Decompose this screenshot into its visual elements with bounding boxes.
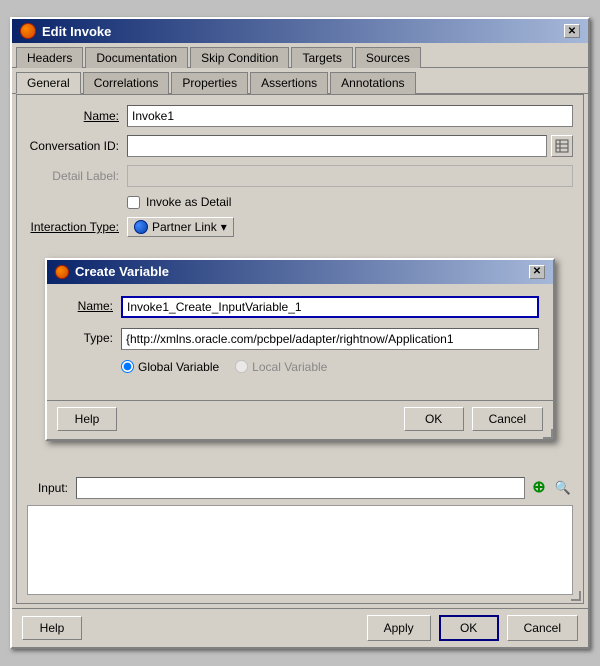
bottom-bar: Help Apply OK Cancel <box>12 608 588 647</box>
global-variable-label: Global Variable <box>138 360 219 374</box>
window-title: Edit Invoke <box>42 24 111 39</box>
apply-button[interactable]: Apply <box>367 615 431 641</box>
app-icon <box>20 23 36 39</box>
local-variable-label: Local Variable <box>252 360 327 374</box>
tab-sources[interactable]: Sources <box>355 47 421 68</box>
modal-type-row: Type: <box>61 328 539 350</box>
close-button[interactable]: ✕ <box>564 24 580 38</box>
title-bar-left: Edit Invoke <box>20 23 111 39</box>
modal-cancel-button[interactable]: Cancel <box>472 407 543 431</box>
main-action-buttons: Apply OK Cancel <box>367 615 578 641</box>
modal-bottom-bar: Help OK Cancel <box>47 400 553 439</box>
modal-title-left: Create Variable <box>55 264 169 279</box>
global-variable-option[interactable]: Global Variable <box>121 360 219 374</box>
tab-properties[interactable]: Properties <box>171 72 248 94</box>
local-variable-radio[interactable] <box>235 360 248 373</box>
main-window: Edit Invoke ✕ Headers Documentation Skip… <box>10 17 590 649</box>
modal-action-buttons: OK Cancel <box>404 407 543 431</box>
ok-button[interactable]: OK <box>439 615 499 641</box>
modal-type-input[interactable] <box>121 328 539 350</box>
create-variable-modal: Create Variable ✕ Name: Type: <box>45 258 555 441</box>
variable-scope-row: Global Variable Local Variable <box>121 360 539 374</box>
tab-documentation[interactable]: Documentation <box>85 47 188 68</box>
tab-targets[interactable]: Targets <box>291 47 352 68</box>
tab-skip-condition[interactable]: Skip Condition <box>190 47 289 68</box>
content-area: Name: Conversation ID: Detail Labe <box>16 94 584 604</box>
title-bar: Edit Invoke ✕ <box>12 19 588 43</box>
modal-title-text: Create Variable <box>75 264 169 279</box>
tab-annotations[interactable]: Annotations <box>330 72 415 94</box>
modal-ok-button[interactable]: OK <box>404 407 464 431</box>
tab-assertions[interactable]: Assertions <box>250 72 328 94</box>
tab-row-2: General Correlations Properties Assertio… <box>12 68 588 94</box>
modal-app-icon <box>55 265 69 279</box>
modal-name-row: Name: <box>61 296 539 318</box>
modal-title-bar: Create Variable ✕ <box>47 260 553 284</box>
modal-name-label: Name: <box>61 296 121 313</box>
tab-correlations[interactable]: Correlations <box>83 72 170 94</box>
modal-content: Name: Type: Global Variable <box>47 284 553 400</box>
modal-type-label: Type: <box>61 328 121 345</box>
modal-resize-handle[interactable] <box>543 429 553 439</box>
modal-overlay: Create Variable ✕ Name: Type: <box>17 95 583 603</box>
help-button[interactable]: Help <box>22 616 82 640</box>
modal-close-button[interactable]: ✕ <box>529 265 545 279</box>
modal-name-input[interactable] <box>121 296 539 318</box>
modal-help-button[interactable]: Help <box>57 407 117 431</box>
cancel-button[interactable]: Cancel <box>507 615 578 641</box>
tab-row-1: Headers Documentation Skip Condition Tar… <box>12 43 588 68</box>
local-variable-option[interactable]: Local Variable <box>235 360 327 374</box>
tab-headers[interactable]: Headers <box>16 47 83 68</box>
tab-general[interactable]: General <box>16 72 81 94</box>
global-variable-radio[interactable] <box>121 360 134 373</box>
